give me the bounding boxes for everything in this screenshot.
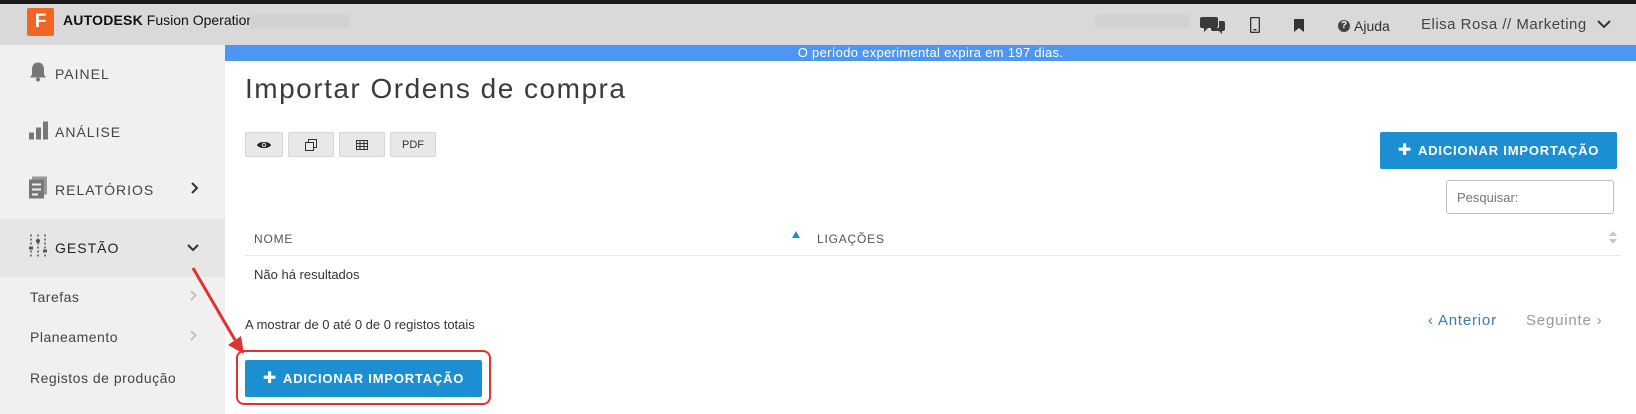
copy-icon bbox=[305, 138, 317, 151]
add-import-label: ADICIONAR IMPORTAÇÃO bbox=[283, 371, 465, 386]
phone-icon[interactable] bbox=[1250, 10, 1260, 40]
copy-button[interactable] bbox=[288, 132, 334, 157]
sidebar-item-analise[interactable]: ANÁLISE bbox=[0, 103, 225, 161]
add-import-label: ADICIONAR IMPORTAÇÃO bbox=[1418, 143, 1600, 158]
annotation-arrow bbox=[191, 267, 244, 354]
bell-icon bbox=[29, 62, 47, 87]
trial-banner: O período experimental expira em 197 dia… bbox=[225, 45, 1636, 61]
brand-name: AUTODESK Fusion Operations bbox=[63, 12, 261, 28]
brand-product: Fusion Operations bbox=[146, 12, 262, 28]
user-label: Elisa Rosa // Marketing bbox=[1421, 16, 1587, 33]
user-menu[interactable]: Elisa Rosa // Marketing bbox=[1421, 16, 1611, 33]
top-bar: F AUTODESK Fusion Operations ? Ajuda Eli… bbox=[0, 4, 1636, 45]
sidebar-item-label: RELATÓRIOS bbox=[55, 182, 155, 198]
table-info: A mostrar de 0 até 0 de 0 registos totai… bbox=[245, 317, 475, 332]
sidebar-subitem-label: Tarefas bbox=[30, 289, 80, 305]
help-icon: ? bbox=[1338, 20, 1350, 32]
sidebar-item-painel[interactable]: PAINEL bbox=[0, 45, 225, 103]
sliders-icon bbox=[29, 234, 47, 262]
sidebar-subitem-label: Planeamento bbox=[30, 329, 119, 345]
chevron-right-icon: › bbox=[1596, 312, 1603, 329]
sidebar-item-label: PAINEL bbox=[55, 66, 110, 82]
bar-chart-icon bbox=[29, 120, 49, 145]
page-title: Importar Ordens de compra bbox=[245, 73, 627, 104]
view-button[interactable] bbox=[245, 132, 283, 157]
sort-ascending-icon[interactable] bbox=[792, 231, 800, 238]
chevron-left-icon: ‹ bbox=[1428, 312, 1434, 329]
help-label: Ajuda bbox=[1354, 18, 1390, 34]
eye-icon bbox=[257, 141, 271, 148]
pagination-previous-label: Anterior bbox=[1437, 312, 1497, 329]
table-icon bbox=[356, 139, 368, 150]
sort-icon[interactable] bbox=[1609, 231, 1617, 245]
chevron-down-icon bbox=[187, 239, 199, 257]
plus-icon: ✚ bbox=[262, 369, 278, 387]
add-import-button-top[interactable]: ✚ ADICIONAR IMPORTAÇÃO bbox=[1380, 132, 1617, 169]
sidebar-item-label: GESTÃO bbox=[55, 240, 120, 256]
help-link[interactable]: ? Ajuda bbox=[1338, 18, 1390, 34]
sidebar-item-label: ANÁLISE bbox=[55, 124, 122, 140]
chevron-right-icon bbox=[191, 181, 199, 199]
chat-icon[interactable] bbox=[1200, 10, 1226, 40]
faded-placeholder bbox=[250, 14, 350, 28]
plus-icon: ✚ bbox=[1397, 141, 1413, 159]
empty-message: Não há resultados bbox=[254, 267, 360, 282]
column-header-ligacoes[interactable]: LIGAÇÕES bbox=[817, 232, 885, 246]
pagination-previous[interactable]: ‹ Anterior bbox=[1428, 312, 1497, 329]
fusion-logo[interactable]: F bbox=[27, 8, 54, 36]
faded-placeholder bbox=[1095, 14, 1190, 28]
pagination-next[interactable]: Seguinte › bbox=[1526, 312, 1602, 329]
table-header: NOME LIGAÇÕES bbox=[245, 220, 1621, 256]
add-import-button-bottom[interactable]: ✚ ADICIONAR IMPORTAÇÃO bbox=[245, 360, 482, 397]
brand-bold: AUTODESK bbox=[63, 12, 143, 28]
export-csv-button[interactable] bbox=[339, 132, 385, 157]
search-input[interactable] bbox=[1446, 180, 1614, 214]
sidebar-subitem-label: Registos de produção bbox=[30, 370, 177, 386]
sidebar-item-relatorios[interactable]: RELATÓRIOS bbox=[0, 161, 225, 219]
pagination-next-label: Seguinte bbox=[1526, 312, 1592, 329]
results-table: NOME LIGAÇÕES Não há resultados bbox=[245, 220, 1621, 282]
sidebar-subitem-registos[interactable]: Registos de produção bbox=[0, 358, 225, 398]
report-icon bbox=[29, 176, 47, 204]
pdf-button[interactable]: PDF bbox=[390, 132, 436, 157]
chevron-down-icon bbox=[1597, 20, 1611, 29]
column-header-nome[interactable]: NOME bbox=[254, 232, 293, 246]
bookmark-icon[interactable] bbox=[1294, 10, 1304, 40]
